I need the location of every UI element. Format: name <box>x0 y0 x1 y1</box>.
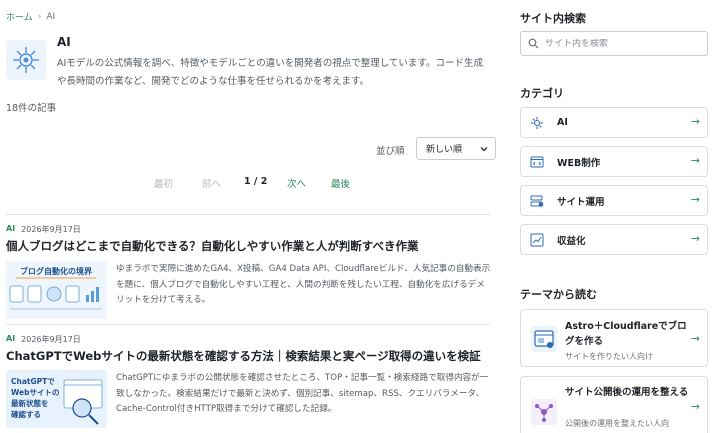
article-date: 2026年9月17日 <box>21 335 81 344</box>
article-excerpt: ChatGPTにゆまラボの公開状態を確認させたところ、TOP・記事一覧・検索経路… <box>116 373 489 414</box>
ai-sparkle-icon <box>529 115 545 131</box>
article-count: 18件の記事 <box>6 103 57 114</box>
thumbnail-caption: 確認する <box>10 409 41 419</box>
code-window-icon <box>529 154 545 170</box>
sidebar-category-label: WEB制作 <box>557 157 601 169</box>
categories-section-title: カテゴリ <box>520 87 564 100</box>
ai-sparkle-icon <box>6 40 46 80</box>
chevron-down-icon <box>479 144 489 157</box>
article-excerpt: ゆまラボで実際に進めたGA4、X投稿、GA4 Data API、Cloudfla… <box>116 264 491 305</box>
article-meta: AI 2026年9月17日 <box>6 224 81 235</box>
article-category[interactable]: AI <box>6 224 15 235</box>
pagination-prev: 前へ <box>202 179 222 190</box>
article-thumbnail[interactable]: ChatGPTで Webサイトの 最新状態を 確認する <box>6 370 107 428</box>
sidebar: サイト内検索 カテゴリ AI → WEB制作 → サイト運用 → 収益化 → <box>520 0 708 433</box>
sort-selected-value: 新しい順 <box>426 145 463 155</box>
breadcrumb: ホーム › AI <box>6 10 56 24</box>
article-category[interactable]: AI <box>6 334 15 345</box>
pagination-last[interactable]: 最後 <box>331 176 350 190</box>
breadcrumb-home-link[interactable]: ホーム <box>6 10 33 23</box>
server-icon <box>529 193 545 209</box>
breadcrumb-separator: › <box>37 11 42 22</box>
search-input[interactable] <box>545 38 695 49</box>
sidebar-category-site-ops[interactable]: サイト運用 → <box>520 185 708 216</box>
sidebar-category-ai[interactable]: AI → <box>520 107 708 138</box>
share-network-icon <box>531 399 557 425</box>
article-title-link[interactable]: 個人ブログはどこまで自動化できる？自動化しやすい作業と人が判断すべき作業 <box>6 238 419 254</box>
arrow-right-icon: → <box>690 232 700 245</box>
sort-label: 並び順 <box>376 146 405 157</box>
arrow-right-icon: → <box>690 115 700 128</box>
article-meta: AI 2026年9月17日 <box>6 334 81 345</box>
pagination-next[interactable]: 次へ <box>287 176 306 190</box>
sidebar-category-label: 収益化 <box>557 235 586 247</box>
sidebar-category-label: AI <box>557 117 568 128</box>
divider <box>6 324 490 325</box>
thumbnail-caption: Webサイトの <box>11 388 59 397</box>
theme-card-title: Astro＋Cloudflareでブログを作る <box>565 321 687 347</box>
themes-section-title: テーマから読む <box>520 288 597 301</box>
pagination-current: 1 / 2 <box>244 176 268 187</box>
browser-window-icon <box>531 326 557 352</box>
sidebar-category-label: サイト運用 <box>557 196 605 208</box>
article-title-link[interactable]: ChatGPTでWebサイトの最新状態を確認する方法｜検索結果と実ページ取得の違… <box>6 348 481 364</box>
pagination-first: 最初 <box>154 179 174 190</box>
thumbnail-caption: ChatGPTで <box>11 377 55 386</box>
search-icon <box>528 34 539 53</box>
arrow-right-icon: → <box>690 154 700 167</box>
sidebar-category-web[interactable]: WEB制作 → <box>520 146 708 177</box>
sidebar-category-monetize[interactable]: 収益化 → <box>520 224 708 255</box>
arrow-right-icon: → <box>690 332 700 345</box>
category-description: AIモデルの公式情報を調べ、特徴やモデルごとの違いを開発者の視点で整理しています… <box>57 58 483 87</box>
article-thumbnail[interactable]: ブログ自動化の境界 <box>6 261 107 319</box>
breadcrumb-current: AI <box>46 11 56 22</box>
sort-select[interactable]: 新しい順 <box>416 137 496 160</box>
thumbnail-caption: ブログ自動化の境界 <box>20 266 93 276</box>
theme-card-subtitle: サイトを作りたい人向け <box>565 352 653 361</box>
theme-card-astro[interactable]: Astro＋Cloudflareでブログを作る サイトを作りたい人向け → <box>520 309 708 367</box>
theme-card-subtitle: 公開後の運用を整えたい人向 <box>565 419 669 428</box>
search-section-title: サイト内検索 <box>520 12 586 25</box>
arrow-right-icon: → <box>690 193 700 206</box>
theme-card-title: サイト公開後の運用を整える <box>565 387 689 398</box>
main-content: ホーム › AI AI AIモデルの公式情報を調べ、特徴やモデルごとの違いを開発… <box>6 0 496 433</box>
page-title: AI <box>57 35 71 49</box>
chart-icon <box>529 232 545 248</box>
divider <box>6 214 490 215</box>
theme-card-operations[interactable]: サイト公開後の運用を整える 公開後の運用を整えたい人向 → <box>520 376 708 433</box>
article-date: 2026年9月17日 <box>21 225 81 234</box>
thumbnail-caption: 最新状態を <box>11 398 49 408</box>
search-box[interactable] <box>520 31 708 56</box>
arrow-right-icon: → <box>690 400 700 413</box>
